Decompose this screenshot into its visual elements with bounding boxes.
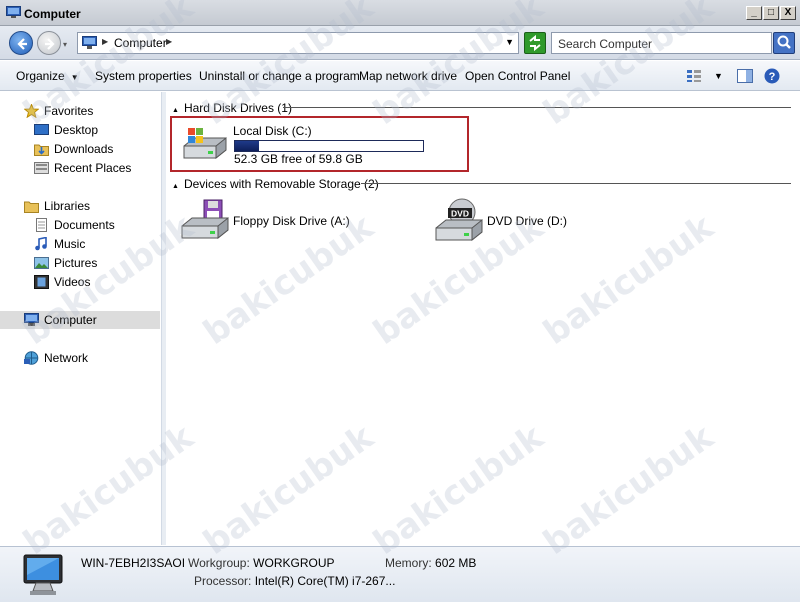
documents-icon <box>36 218 47 232</box>
libraries-icon <box>24 201 39 213</box>
nav-libraries[interactable]: Libraries <box>0 197 160 215</box>
workgroup-field: Workgroup: WORKGROUP <box>188 556 335 570</box>
refresh-button[interactable] <box>524 32 546 54</box>
drive-dvd-d[interactable]: DVD DVD Drive (D:) <box>434 198 634 242</box>
drive-name: DVD Drive (D:) <box>487 214 567 228</box>
group-header-removable-storage[interactable]: ▲ Devices with Removable Storage (2) <box>172 177 379 191</box>
collapse-triangle-icon: ▲ <box>172 183 179 190</box>
network-icon <box>24 351 39 365</box>
nav-favorites[interactable]: Favorites <box>0 102 160 120</box>
group-divider <box>283 107 791 108</box>
dvd-badge: DVD <box>451 209 469 219</box>
organize-menu[interactable]: Organize ▼ <box>16 69 79 83</box>
help-icon[interactable]: ? <box>764 68 780 84</box>
view-options-dropdown-icon[interactable]: ▼ <box>714 71 723 81</box>
address-box[interactable]: ▶ Computer ▶ ▼ <box>77 32 519 54</box>
preview-pane-icon[interactable] <box>737 69 753 83</box>
command-bar: Organize ▼ System properties Uninstall or… <box>0 61 800 91</box>
address-dropdown-icon[interactable]: ▼ <box>505 37 514 47</box>
music-note-icon <box>35 237 47 251</box>
uninstall-program-button[interactable]: Uninstall or change a program <box>199 69 360 83</box>
breadcrumb-computer[interactable]: Computer <box>114 36 167 50</box>
star-icon <box>24 104 39 118</box>
arrow-left-icon <box>17 38 27 50</box>
window-title: Computer <box>24 7 81 21</box>
nav-documents[interactable]: Documents <box>0 216 160 234</box>
map-network-drive-button[interactable]: Map network drive <box>359 69 457 83</box>
refresh-icon <box>529 34 541 52</box>
close-button[interactable]: X <box>780 6 796 20</box>
minimize-button[interactable]: _ <box>746 6 762 20</box>
forward-button[interactable] <box>37 31 61 55</box>
group-header-hard-disk-drives[interactable]: ▲ Hard Disk Drives (1) <box>172 101 292 115</box>
floppy-drive-icon <box>181 199 229 240</box>
group-divider <box>361 183 791 184</box>
computer-icon <box>6 6 21 18</box>
recent-places-icon <box>34 162 49 174</box>
nav-computer[interactable]: Computer <box>0 311 160 329</box>
nav-network[interactable]: Network <box>0 349 160 367</box>
navigation-pane: Favorites Desktop Downloads Recent Place… <box>0 92 162 545</box>
downloads-folder-icon <box>34 144 49 156</box>
title-bar: Computer _ □ X <box>0 0 800 26</box>
search-icon <box>777 35 791 49</box>
nav-downloads[interactable]: Downloads <box>0 140 160 158</box>
maximize-button[interactable]: □ <box>763 6 779 20</box>
nav-pictures[interactable]: Pictures <box>0 254 160 272</box>
annotation-highlight-box <box>170 116 469 172</box>
dvd-drive-icon: DVD <box>435 198 483 242</box>
nav-recent-places[interactable]: Recent Places <box>0 159 160 177</box>
processor-field: Processor: Intel(R) Core(TM) i7-267... <box>194 574 396 588</box>
breadcrumb-chevron-icon[interactable]: ▶ <box>102 37 108 46</box>
breadcrumb-chevron-icon[interactable]: ▶ <box>166 37 172 46</box>
drive-name: Floppy Disk Drive (A:) <box>233 214 350 228</box>
search-input[interactable]: Search Computer <box>551 32 772 54</box>
drive-floppy-a[interactable]: Floppy Disk Drive (A:) <box>180 198 400 242</box>
nav-videos[interactable]: Videos <box>0 273 160 291</box>
arrow-right-icon <box>45 38 55 50</box>
open-control-panel-button[interactable]: Open Control Panel <box>465 69 570 83</box>
pictures-icon <box>34 257 49 269</box>
back-button[interactable] <box>9 31 33 55</box>
computer-icon <box>24 313 39 326</box>
recent-pages-dropdown[interactable]: ▾ <box>63 40 67 49</box>
collapse-triangle-icon: ▲ <box>172 107 179 114</box>
address-bar-area: ▾ ▶ Computer ▶ ▼ Search Computer <box>0 26 800 60</box>
svg-text:?: ? <box>769 71 776 83</box>
computer-name: WIN-7EBH2I3SAOI <box>81 556 186 570</box>
desktop-icon <box>34 124 49 135</box>
computer-monitor-icon <box>23 554 63 595</box>
nav-desktop[interactable]: Desktop <box>0 121 160 139</box>
computer-icon <box>82 36 97 49</box>
details-pane: WIN-7EBH2I3SAOI Workgroup: WORKGROUP Mem… <box>0 546 800 602</box>
search-placeholder: Search Computer <box>558 37 653 51</box>
nav-music[interactable]: Music <box>0 235 160 253</box>
videos-filmstrip-icon <box>34 275 49 289</box>
system-properties-button[interactable]: System properties <box>95 69 192 83</box>
change-view-icon[interactable] <box>686 69 702 83</box>
search-button[interactable] <box>773 32 795 54</box>
memory-field: Memory: 602 MB <box>385 556 477 570</box>
